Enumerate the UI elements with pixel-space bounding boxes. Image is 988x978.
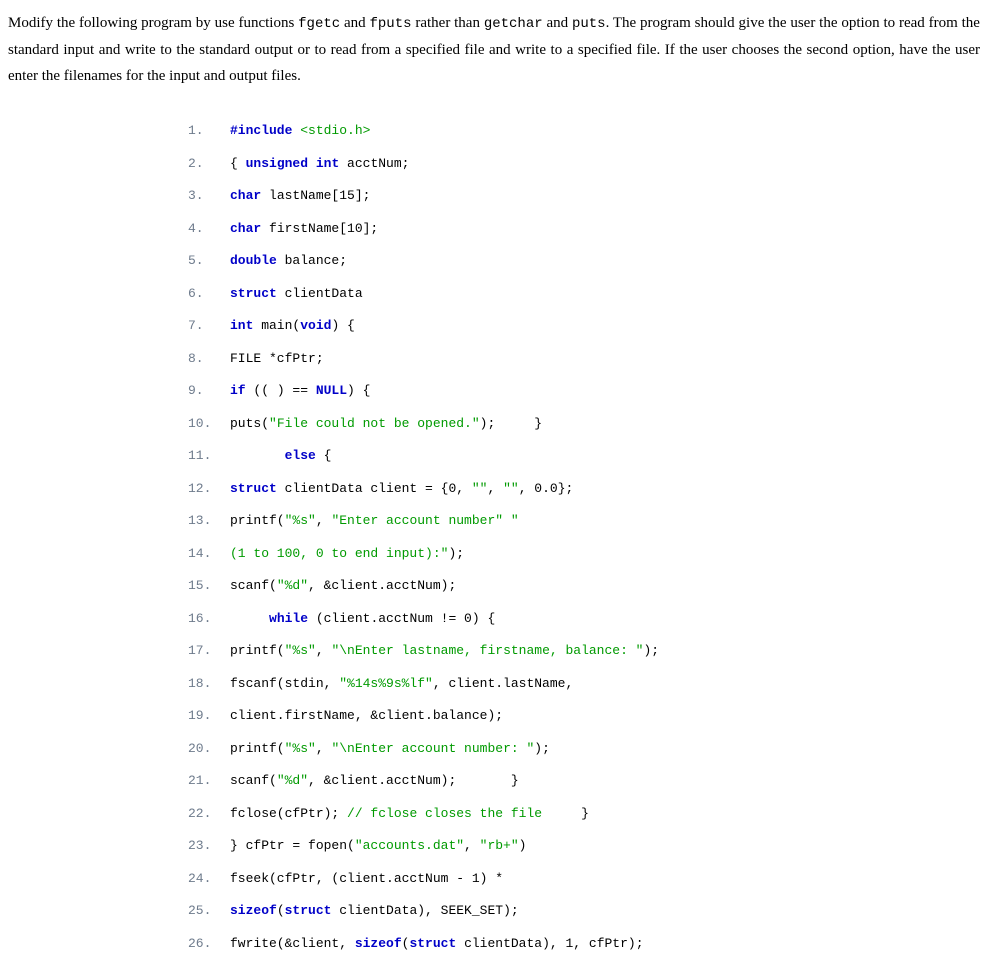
prompt-text: and bbox=[340, 15, 369, 31]
code-content: printf("%s", "Enter account number" " bbox=[230, 513, 519, 529]
prompt-text: and bbox=[543, 15, 572, 31]
line-number: 2. bbox=[188, 156, 230, 172]
code-line: 1.#include <stdio.h> bbox=[188, 123, 980, 139]
code-content: scanf("%d", &client.acctNum); bbox=[230, 578, 456, 594]
code-line: 14.(1 to 100, 0 to end input):"); bbox=[188, 546, 980, 562]
code-content: struct clientData bbox=[230, 286, 363, 302]
code-content: fwrite(&client, sizeof(struct clientData… bbox=[230, 936, 644, 952]
line-number: 14. bbox=[188, 546, 230, 562]
code-content: else { bbox=[230, 448, 331, 464]
code-content: scanf("%d", &client.acctNum); } bbox=[230, 773, 519, 789]
line-number: 4. bbox=[188, 221, 230, 237]
code-line: 13.printf("%s", "Enter account number" " bbox=[188, 513, 980, 529]
line-number: 10. bbox=[188, 416, 230, 432]
code-content: FILE *cfPtr; bbox=[230, 351, 324, 367]
code-line: 22.fclose(cfPtr); // fclose closes the f… bbox=[188, 806, 980, 822]
code-content: #include <stdio.h> bbox=[230, 123, 370, 139]
line-number: 9. bbox=[188, 383, 230, 399]
line-number: 5. bbox=[188, 253, 230, 269]
code-content: printf("%s", "\nEnter lastname, firstnam… bbox=[230, 643, 659, 659]
code-line: 25.sizeof(struct clientData), SEEK_SET); bbox=[188, 903, 980, 919]
code-getchar: getchar bbox=[484, 16, 543, 32]
line-number: 20. bbox=[188, 741, 230, 757]
code-content: if (( ) == NULL) { bbox=[230, 383, 370, 399]
code-line: 16. while (client.acctNum != 0) { bbox=[188, 611, 980, 627]
code-content: { unsigned int acctNum; bbox=[230, 156, 409, 172]
line-number: 12. bbox=[188, 481, 230, 497]
line-number: 22. bbox=[188, 806, 230, 822]
line-number: 25. bbox=[188, 903, 230, 919]
line-number: 7. bbox=[188, 318, 230, 334]
code-content: char lastName[15]; bbox=[230, 188, 370, 204]
code-line: 20.printf("%s", "\nEnter account number:… bbox=[188, 741, 980, 757]
code-line: 9.if (( ) == NULL) { bbox=[188, 383, 980, 399]
code-line: 18.fscanf(stdin, "%14s%9s%lf", client.la… bbox=[188, 676, 980, 692]
line-number: 15. bbox=[188, 578, 230, 594]
code-line: 11. else { bbox=[188, 448, 980, 464]
line-number: 26. bbox=[188, 936, 230, 952]
code-line: 7.int main(void) { bbox=[188, 318, 980, 334]
code-listing: 1.#include <stdio.h> 2.{ unsigned int ac… bbox=[188, 107, 980, 968]
code-line: 21.scanf("%d", &client.acctNum); } bbox=[188, 773, 980, 789]
code-content: printf("%s", "\nEnter account number: ")… bbox=[230, 741, 550, 757]
line-number: 3. bbox=[188, 188, 230, 204]
code-line: 3.char lastName[15]; bbox=[188, 188, 980, 204]
line-number: 11. bbox=[188, 448, 230, 464]
code-content: fclose(cfPtr); // fclose closes the file… bbox=[230, 806, 589, 822]
code-line: 5.double balance; bbox=[188, 253, 980, 269]
code-content: puts("File could not be opened."); } bbox=[230, 416, 542, 432]
line-number: 1. bbox=[188, 123, 230, 139]
code-line: 23.} cfPtr = fopen("accounts.dat", "rb+"… bbox=[188, 838, 980, 854]
code-line: 6.struct clientData bbox=[188, 286, 980, 302]
code-content: (1 to 100, 0 to end input):"); bbox=[230, 546, 464, 562]
code-line: 17.printf("%s", "\nEnter lastname, first… bbox=[188, 643, 980, 659]
code-line: 15.scanf("%d", &client.acctNum); bbox=[188, 578, 980, 594]
line-number: 13. bbox=[188, 513, 230, 529]
line-number: 19. bbox=[188, 708, 230, 724]
code-content: char firstName[10]; bbox=[230, 221, 378, 237]
code-content: int main(void) { bbox=[230, 318, 355, 334]
code-line: 26.fwrite(&client, sizeof(struct clientD… bbox=[188, 936, 980, 952]
code-content: fseek(cfPtr, (client.acctNum - 1) * bbox=[230, 871, 503, 887]
code-line: 24.fseek(cfPtr, (client.acctNum - 1) * bbox=[188, 871, 980, 887]
line-number: 24. bbox=[188, 871, 230, 887]
code-content: fscanf(stdin, "%14s%9s%lf", client.lastN… bbox=[230, 676, 573, 692]
line-number: 17. bbox=[188, 643, 230, 659]
line-number: 8. bbox=[188, 351, 230, 367]
code-content: struct clientData client = {0, "", "", 0… bbox=[230, 481, 573, 497]
code-content: sizeof(struct clientData), SEEK_SET); bbox=[230, 903, 519, 919]
code-puts: puts bbox=[572, 16, 606, 32]
line-number: 18. bbox=[188, 676, 230, 692]
code-fgetc: fgetc bbox=[298, 16, 340, 32]
code-content: } cfPtr = fopen("accounts.dat", "rb+") bbox=[230, 838, 526, 854]
line-number: 16. bbox=[188, 611, 230, 627]
code-line: 10.puts("File could not be opened."); } bbox=[188, 416, 980, 432]
line-number: 23. bbox=[188, 838, 230, 854]
prompt-text: rather than bbox=[412, 15, 484, 31]
code-line: 2.{ unsigned int acctNum; bbox=[188, 156, 980, 172]
code-content: client.firstName, &client.balance); bbox=[230, 708, 503, 724]
code-content: double balance; bbox=[230, 253, 347, 269]
line-number: 21. bbox=[188, 773, 230, 789]
code-content: while (client.acctNum != 0) { bbox=[230, 611, 495, 627]
prompt-text: Modify the following program by use func… bbox=[8, 15, 298, 31]
code-line: 4.char firstName[10]; bbox=[188, 221, 980, 237]
code-line: 8.FILE *cfPtr; bbox=[188, 351, 980, 367]
line-number: 6. bbox=[188, 286, 230, 302]
code-fputs: fputs bbox=[369, 16, 411, 32]
exercise-prompt: Modify the following program by use func… bbox=[8, 10, 980, 89]
code-line: 19.client.firstName, &client.balance); bbox=[188, 708, 980, 724]
code-line: 12.struct clientData client = {0, "", ""… bbox=[188, 481, 980, 497]
